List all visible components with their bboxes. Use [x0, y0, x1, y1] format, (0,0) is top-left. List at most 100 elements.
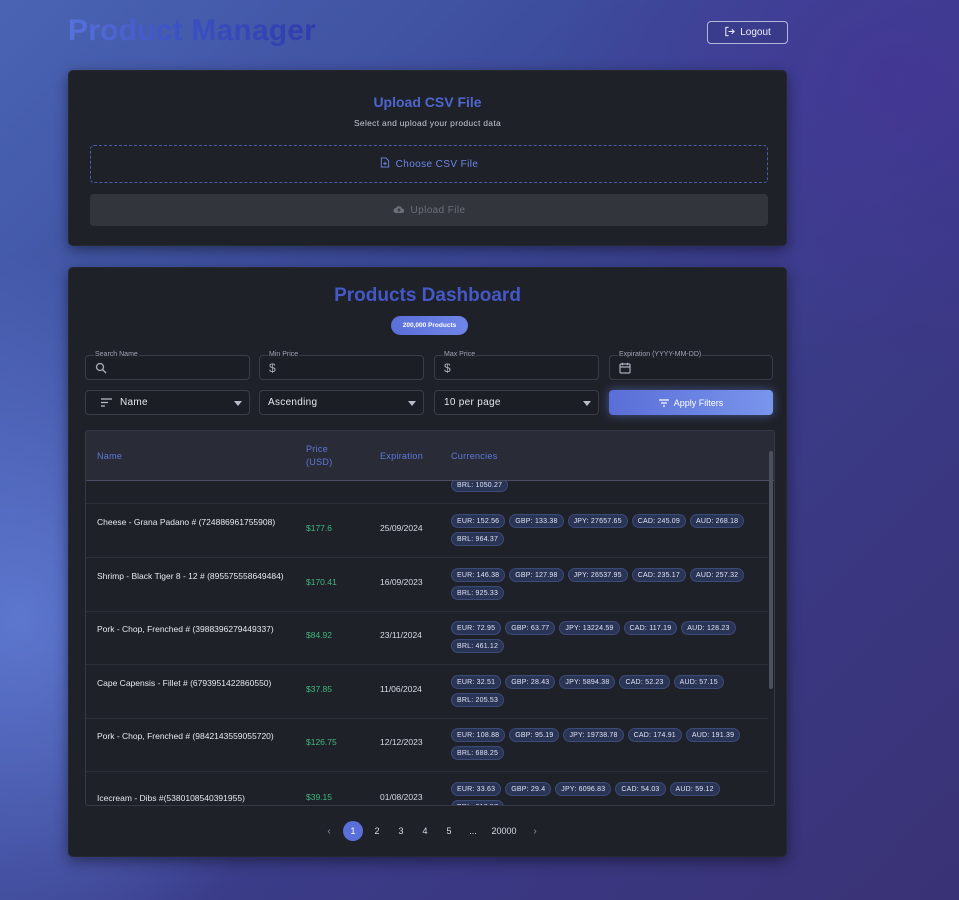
min-price-input[interactable]: Min Price $ [259, 350, 424, 380]
max-price-input[interactable]: Max Price $ [434, 350, 599, 380]
page-button[interactable]: 2 [367, 821, 387, 841]
choose-csv-button[interactable]: Choose CSV File [90, 145, 768, 183]
page-button[interactable]: 4 [415, 821, 435, 841]
search-input[interactable]: Search Name [85, 350, 250, 380]
currency-chip: GBP: 127.98 [509, 568, 564, 582]
page-button[interactable]: 3 [391, 821, 411, 841]
products-table: Pork - Chop, Frenched # (809103544145830… [85, 430, 775, 806]
table-row[interactable]: Cape Capensis - Fillet # (67939514228605… [86, 665, 768, 719]
sort-icon [101, 398, 112, 407]
table-row[interactable]: Cheese - Grana Padano # (724886961755908… [86, 504, 768, 558]
filter-icon [658, 398, 669, 407]
currency-chips: EUR: 72.95 GBP: 63.77 JPY: 13224.59 CAD: 11… [451, 621, 761, 653]
currency-chips: EUR: 33.63 GBP: 29.4 JPY: 6096.83 CAD: 54.0… [451, 782, 761, 805]
currency-chip: EUR: 72.95 [451, 621, 502, 635]
next-page-button[interactable]: › [525, 821, 545, 841]
upload-subtitle: Select and upload your product data [353, 118, 502, 128]
currency-chip: CAD: 235.17 [631, 568, 686, 582]
currency-chip: EUR: 108.88 [451, 728, 506, 742]
currency-chip: BRL: 212.57 [451, 800, 505, 805]
currency-chip: CAD: 174.91 [627, 728, 682, 742]
currency-chip: GBP: 133.38 [509, 514, 564, 528]
currency-chip: AUD: 268.18 [690, 514, 745, 528]
apply-filters-button[interactable]: Apply Filters [609, 390, 773, 415]
sort-field-select[interactable]: Name [85, 390, 250, 415]
product-price: $84.92 [306, 630, 332, 640]
currency-chip: AUD: 257.32 [690, 568, 745, 582]
table-scrollbar[interactable] [769, 451, 773, 689]
chevron-down-icon [234, 401, 242, 406]
dollar-icon: $ [269, 361, 276, 375]
currency-chip: EUR: 32.51 [451, 675, 502, 689]
choose-csv-label: Choose CSV File [395, 158, 479, 170]
product-name: Pork - Chop, Frenched # (398839627944933… [97, 624, 274, 634]
currency-chip: GBP: 95.19 [509, 728, 560, 742]
products-dashboard-card: Products Dashboard 200,000 Products Sear… [68, 267, 787, 857]
max-price-label: Max Price [443, 350, 477, 359]
header-price[interactable]: Price (USD) [306, 443, 350, 469]
currency-chip: JPY: 19738.78 [563, 728, 624, 742]
expiration-label: Expiration (YYYY-MM-DD) [618, 350, 703, 359]
page-button[interactable]: 1 [343, 821, 363, 841]
cloud-upload-icon [393, 204, 405, 217]
currency-chip: EUR: 152.56 [451, 514, 506, 528]
table-row[interactable]: Pork - Chop, Frenched # (398839627944933… [86, 611, 768, 665]
currency-chip: BRL: 688.25 [451, 746, 505, 760]
table-row[interactable]: Shrimp - Black Tiger 8 - 12 # (895575558… [86, 558, 768, 612]
currency-chips: EUR: 146.38 GBP: 127.98 JPY: 26537.95 CAD: … [451, 568, 761, 600]
currency-chip: GBP: 29.4 [505, 782, 552, 796]
product-expiration: 23/11/2024 [380, 630, 422, 640]
prev-page-button[interactable]: ‹ [319, 821, 339, 841]
pagination: ‹ 1 2 3 4 5... 20000 › [319, 821, 545, 841]
apply-filters-label: Apply Filters [673, 397, 724, 408]
upload-title: Upload CSV File [373, 94, 482, 110]
dashboard-title: Products Dashboard [334, 285, 521, 306]
header-expiration[interactable]: Expiration [380, 450, 423, 463]
currency-chip: BRL: 964.37 [451, 532, 505, 546]
per-page-select[interactable]: 10 per page [434, 390, 599, 415]
currency-chip: JPY: 26537.95 [567, 568, 628, 582]
expiration-input[interactable]: Expiration (YYYY-MM-DD) [609, 350, 773, 380]
sort-order-value: Ascending [268, 397, 318, 408]
currency-chip: CAD: 245.09 [631, 514, 686, 528]
currency-chip: AUD: 59.12 [669, 782, 720, 796]
currency-chips: EUR: 152.56 GBP: 133.38 JPY: 27657.65 CAD: … [451, 514, 761, 546]
product-price: $37.85 [306, 684, 332, 694]
table-row[interactable]: Pork - Chop, Frenched # (984214355905572… [86, 718, 768, 772]
currency-chip: AUD: 57.15 [673, 675, 724, 689]
currency-chip: EUR: 146.38 [451, 568, 506, 582]
currency-chip: CAD: 52.23 [619, 675, 670, 689]
product-name: Cheese - Grana Padano # (724886961755908… [97, 517, 276, 527]
chevron-down-icon [408, 401, 416, 406]
logout-button[interactable]: Logout [707, 21, 788, 44]
table-header: Name Price (USD) Expiration Currencies [86, 431, 774, 481]
header-name[interactable]: Name [97, 450, 122, 463]
page-button[interactable]: 20000 [487, 821, 521, 841]
sort-order-select[interactable]: Ascending [259, 390, 424, 415]
search-icon [95, 362, 107, 376]
page-button[interactable]: 5 [439, 821, 459, 841]
currency-chip: GBP: 63.77 [505, 621, 556, 635]
product-name: Pork - Chop, Frenched # (984214355905572… [97, 731, 274, 741]
currency-chip: JPY: 5894.38 [559, 675, 616, 689]
currency-chip: JPY: 6096.83 [555, 782, 612, 796]
upload-file-button[interactable]: Upload File [90, 194, 768, 226]
header-currencies: Currencies [451, 451, 498, 461]
currency-chip: CAD: 117.19 [623, 621, 678, 635]
currency-chip: EUR: 33.63 [451, 782, 502, 796]
min-price-label: Min Price [268, 350, 300, 359]
currency-chip: JPY: 27657.65 [567, 514, 628, 528]
sort-field-value: Name [120, 397, 148, 408]
app-title: Product Manager [68, 14, 317, 47]
product-expiration: 12/12/2023 [380, 737, 423, 747]
currency-chip: BRL: 925.33 [451, 586, 505, 600]
product-expiration: 25/09/2024 [380, 523, 423, 533]
currency-chip: BRL: 461.12 [451, 639, 505, 653]
dollar-icon: $ [444, 361, 451, 375]
product-price: $177.6 [306, 523, 332, 533]
table-row[interactable]: Icecream - Dibs #(5380108540391955) $39.1… [86, 772, 768, 805]
logout-icon [724, 26, 735, 40]
currency-chip: GBP: 28.43 [505, 675, 556, 689]
product-expiration: 11/06/2024 [380, 684, 422, 694]
currency-chips: EUR: 108.88 GBP: 95.19 JPY: 19738.78 CAD: 1… [451, 728, 761, 760]
